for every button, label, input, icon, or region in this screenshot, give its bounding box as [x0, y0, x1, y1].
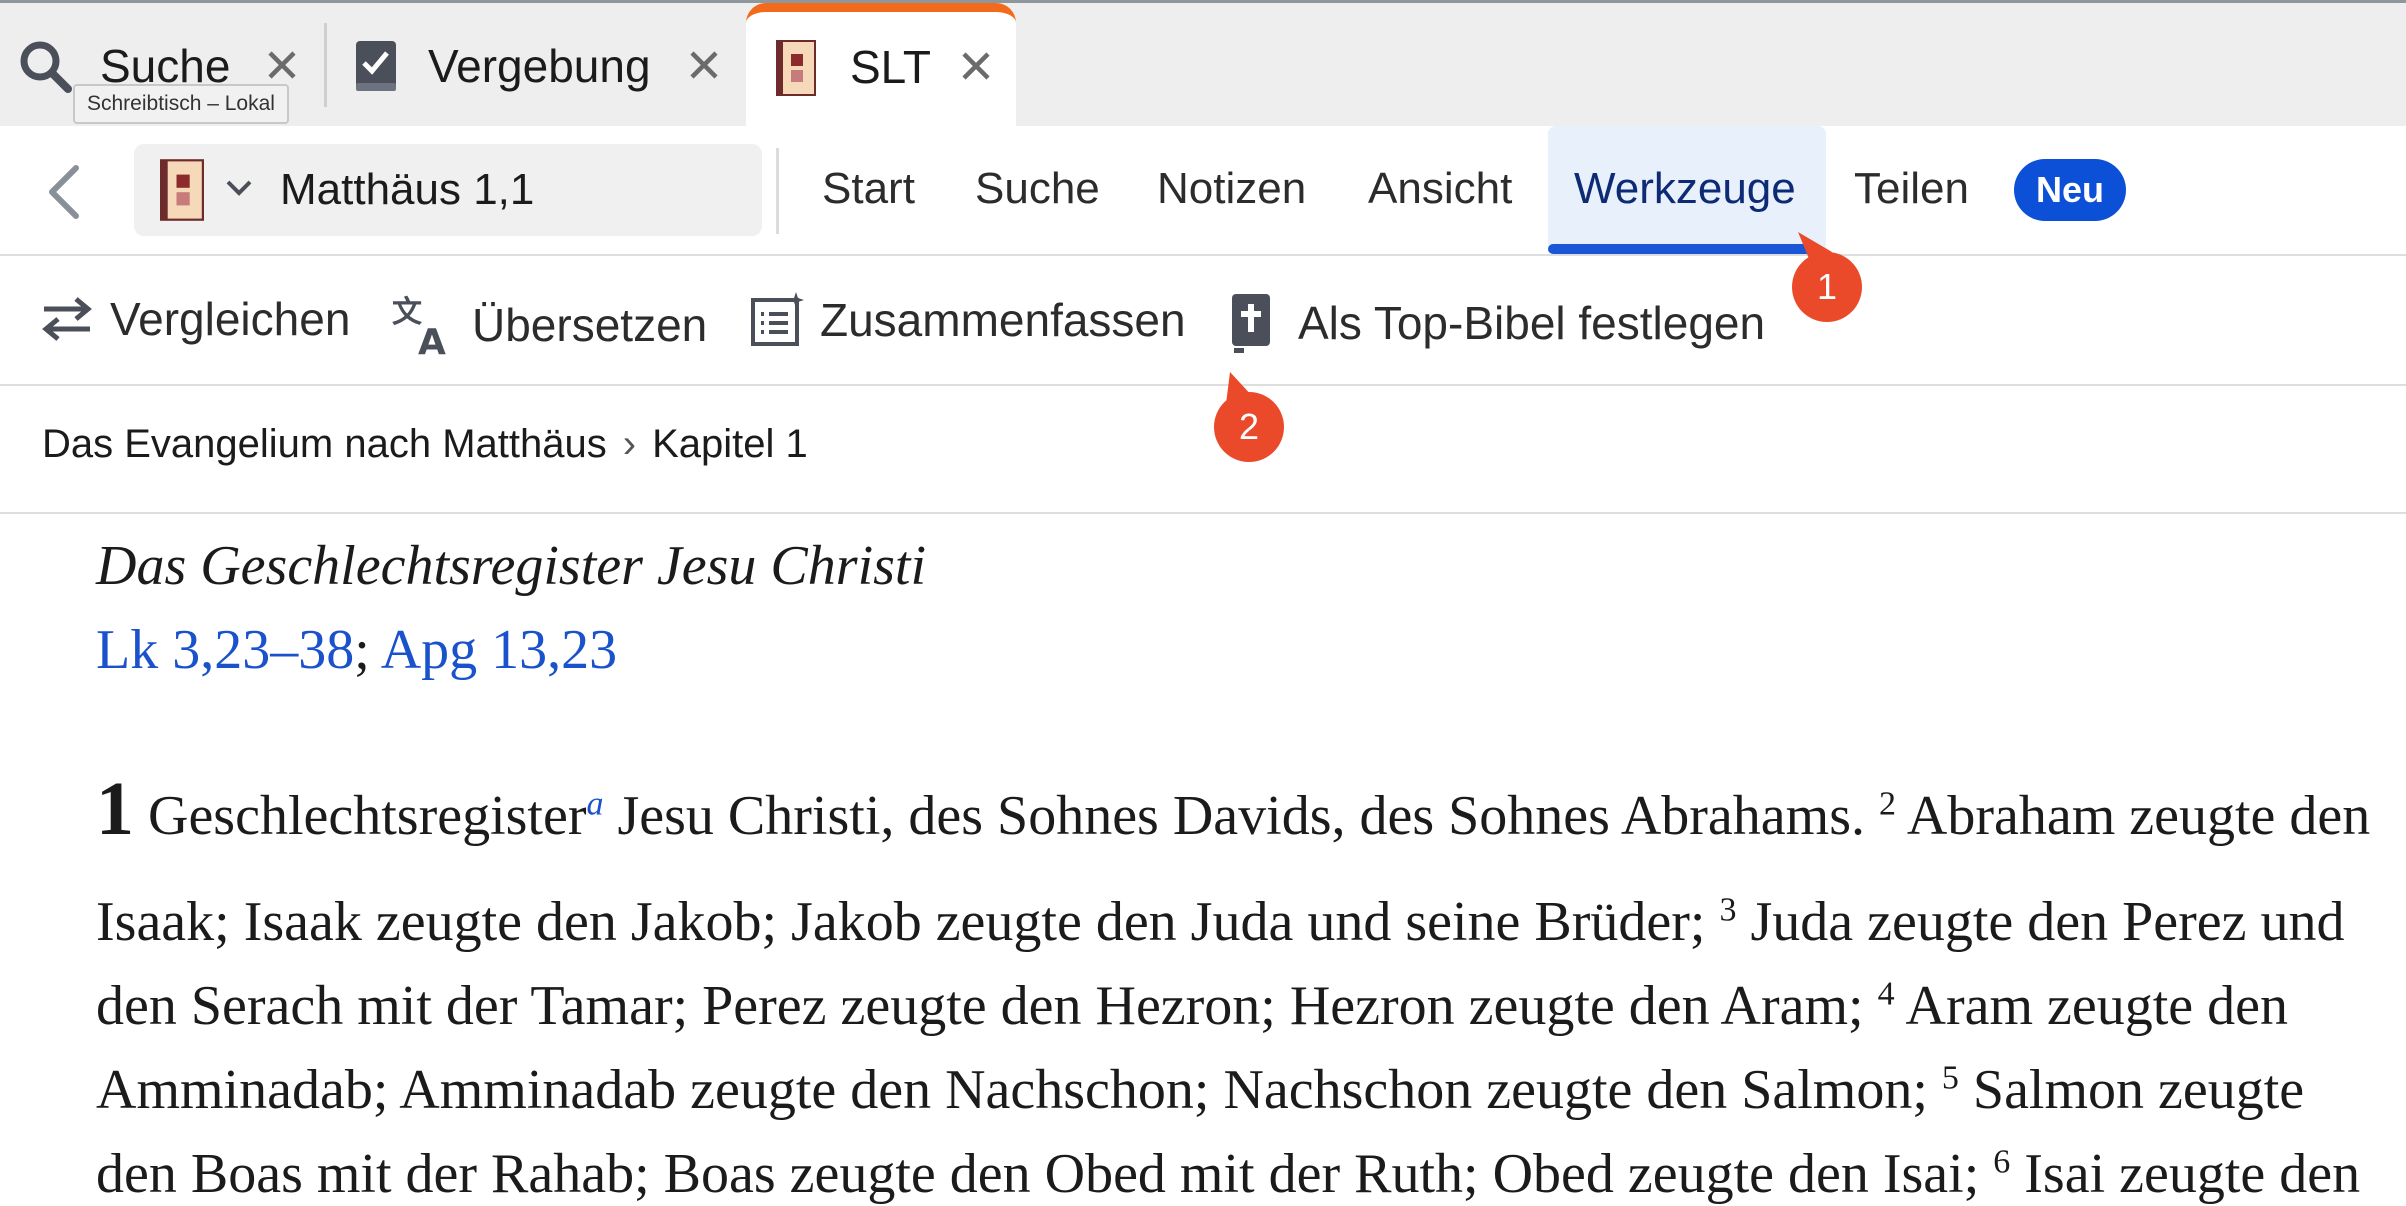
search-icon	[20, 41, 72, 93]
tab-slt[interactable]: SLT	[746, 3, 1016, 129]
verse-line: Amminadab; Amminadab zeugte den Nachscho…	[96, 1058, 2304, 1122]
tab-label: Vergebung	[428, 40, 651, 92]
verse-text: den Serach mit der Tamar; Perez zeugte d…	[96, 975, 1878, 1037]
tab-strip: Suche Vergebung SLT Schreibtisch – Lokal	[0, 0, 2406, 129]
crossref-link[interactable]: Apg 13,23	[381, 619, 617, 681]
bible-book-icon	[160, 159, 204, 221]
chapter-number: 1	[96, 767, 134, 851]
crossref-link[interactable]: Lk 3,23–38	[96, 619, 354, 681]
menu-active-underline	[1548, 244, 1814, 254]
tab-vergebung[interactable]: Vergebung	[330, 3, 740, 129]
notebook-check-icon	[356, 41, 396, 91]
menu-ansicht[interactable]: Ansicht	[1368, 164, 1512, 214]
verse-line: den Serach mit der Tamar; Perez zeugte d…	[96, 974, 2288, 1038]
set-top-bible-button[interactable]: Als Top-Bibel festlegen	[1228, 292, 1765, 354]
verse-number: 2	[1879, 785, 1896, 823]
close-icon[interactable]	[958, 48, 994, 84]
verse-number: 3	[1719, 891, 1737, 929]
verse-text: den Boas mit der Rahab; Boas zeugte den …	[96, 1143, 1994, 1205]
breadcrumb-divider	[0, 512, 2406, 514]
translate-label: Übersetzen	[472, 299, 708, 351]
verse-text: Abraham zeugte den	[1896, 785, 2371, 847]
verse-text: Geschlechtsregister	[148, 785, 587, 847]
toolbar-divider	[776, 148, 779, 234]
translate-icon: 文 A	[392, 295, 446, 358]
tab-label: SLT	[850, 41, 931, 93]
tools-bar: Vergleichen 文 A Übersetzen Zusammenfasse…	[0, 256, 2406, 386]
breadcrumb-chapter[interactable]: Kapitel 1	[652, 422, 808, 466]
callout-marker: 2	[1214, 392, 1284, 462]
verse-text: Isaak; Isaak zeugte den Jakob; Jakob zeu…	[96, 891, 1720, 953]
bible-cross-icon	[1232, 294, 1270, 353]
verse-number: 5	[1941, 1059, 1959, 1097]
verse-text: Salmon zeugte	[1958, 1059, 2305, 1121]
back-chevron-icon[interactable]	[40, 162, 90, 222]
summarize-button[interactable]: Zusammenfassen	[750, 292, 1186, 348]
compare-arrows-icon	[42, 297, 92, 341]
crossref-separator: ;	[354, 619, 370, 681]
reference-selector[interactable]: Matthäus 1,1	[134, 144, 762, 236]
compare-button[interactable]: Vergleichen	[40, 292, 350, 346]
verse-text: Isai zeugte den	[2010, 1143, 2361, 1205]
menu-notizen[interactable]: Notizen	[1157, 164, 1306, 214]
close-icon[interactable]	[686, 47, 722, 83]
chevron-down-icon[interactable]	[224, 178, 254, 198]
breadcrumb: Das Evangelium nach Matthäus › Kapitel 1	[42, 422, 808, 467]
verse-text: Amminadab; Amminadab zeugte den Nachscho…	[96, 1059, 1942, 1121]
verse-line: Isaak; Isaak zeugte den Jakob; Jakob zeu…	[96, 890, 2344, 954]
new-badge[interactable]: Neu	[2014, 159, 2126, 221]
compare-label: Vergleichen	[110, 293, 351, 345]
menu-werkzeuge[interactable]: Werkzeuge	[1574, 164, 1796, 214]
close-icon[interactable]	[264, 47, 300, 83]
verse-number: 4	[1877, 975, 1895, 1013]
menu-teilen[interactable]: Teilen	[1854, 164, 1969, 214]
svg-text:A: A	[418, 322, 446, 358]
verse-text: Jesu Christi, des Sohnes Davids, des Soh…	[603, 785, 1879, 847]
verse-number: 6	[1993, 1143, 2011, 1181]
verse-line: 1 Geschlechtsregistera Jesu Christi, des…	[96, 766, 2370, 853]
menu-suche[interactable]: Suche	[975, 164, 1100, 214]
translate-button[interactable]: 文 A Übersetzen	[390, 292, 707, 358]
callout-marker: 1	[1792, 252, 1862, 322]
summarize-label: Zusammenfassen	[820, 294, 1186, 346]
tab-divider	[324, 23, 327, 107]
bible-book-icon	[776, 40, 816, 96]
set-top-bible-label: Als Top-Bibel festlegen	[1298, 297, 1766, 349]
verse-text: Juda zeugte den Perez und	[1736, 891, 2345, 953]
verse-line: den Boas mit der Rahab; Boas zeugte den …	[96, 1142, 2360, 1206]
section-heading: Das Geschlechtsregister Jesu Christi	[96, 535, 927, 597]
summarize-icon	[751, 292, 804, 346]
verse-text: Aram zeugte den	[1894, 975, 2289, 1037]
breadcrumb-book[interactable]: Das Evangelium nach Matthäus	[42, 422, 607, 466]
menu-start[interactable]: Start	[822, 164, 915, 214]
cross-references: Lk 3,23–38; Apg 13,23	[96, 618, 617, 682]
breadcrumb-separator: ›	[622, 422, 637, 466]
footnote-marker[interactable]: a	[586, 785, 603, 822]
main-toolbar: Matthäus 1,1 Start Suche Notizen Ansicht…	[0, 126, 2406, 256]
reference-text[interactable]: Matthäus 1,1	[280, 165, 534, 215]
tooltip: Schreibtisch – Lokal	[73, 84, 289, 124]
